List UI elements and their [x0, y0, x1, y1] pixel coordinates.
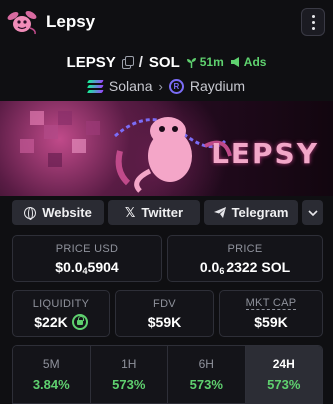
sprout-icon: [186, 57, 196, 68]
fdv-card: FDV $59K: [115, 290, 214, 337]
price-native-card: PRICE 0.0 6 2322 SOL: [167, 235, 323, 282]
price-usd-prefix: $0.0: [55, 258, 83, 275]
change-value: 3.84%: [32, 377, 70, 392]
base-token: LEPSY: [66, 53, 116, 71]
liquidity-value: $22K: [34, 313, 68, 330]
liquidity-label: LIQUIDITY: [32, 297, 90, 310]
fdv-label: FDV: [153, 297, 176, 310]
liquidity-card: LIQUIDITY $22K: [12, 290, 110, 337]
solana-icon: [87, 80, 104, 92]
pair-age-value: 51m: [199, 55, 224, 69]
chevron-down-icon: [307, 209, 318, 216]
twitter-label: Twitter: [141, 205, 184, 220]
tab-label: 24H: [272, 357, 295, 371]
more-menu-icon[interactable]: [301, 8, 325, 36]
telegram-label: Telegram: [231, 205, 289, 220]
market-cap-card: MKT CAP $59K: [219, 290, 323, 337]
telegram-icon: [213, 207, 226, 218]
quote-token: SOL: [148, 53, 180, 71]
telegram-button[interactable]: Telegram: [204, 200, 298, 225]
chevron-right-icon: ›: [158, 78, 163, 94]
price-change-tabs: 5M 3.84% 1H 573% 6H 573% 24H 573%: [12, 345, 323, 404]
more-links-button[interactable]: [302, 200, 323, 225]
price-row: PRICE USD $0.0 4 5904 PRICE 0.0 6 2322 S…: [12, 235, 323, 282]
price-usd-zero-count: 4: [82, 265, 88, 276]
globe-icon: [24, 206, 37, 220]
market-cap-value: $59K: [254, 314, 288, 330]
banner-text: LEPSY: [211, 137, 319, 170]
lock-icon[interactable]: [71, 313, 88, 330]
tab-1h[interactable]: 1H 573%: [90, 346, 168, 403]
metrics-row: LIQUIDITY $22K FDV $59K MKT CAP $59K: [12, 290, 323, 337]
twitter-button[interactable]: 𝕏 Twitter: [108, 200, 200, 225]
dex-name[interactable]: Raydium: [190, 78, 245, 94]
token-banner: LEPSY: [0, 101, 333, 196]
price-usd-label: PRICE USD: [55, 242, 119, 255]
ads-label: Ads: [243, 55, 267, 69]
website-button[interactable]: Website: [12, 200, 104, 225]
app-name: Lepsy: [46, 12, 96, 31]
price-native-digits: 2322 SOL: [226, 258, 291, 275]
chain-name[interactable]: Solana: [109, 78, 153, 94]
tab-label: 6H: [198, 357, 214, 371]
tab-24h[interactable]: 24H 573%: [245, 346, 322, 403]
tab-label: 1H: [121, 357, 137, 371]
social-links: Website 𝕏 Twitter Telegram: [12, 200, 323, 225]
change-value: 573%: [189, 377, 223, 392]
top-bar: Lepsy: [0, 0, 333, 44]
chain-dex-row: Solana › R Raydium: [0, 76, 333, 96]
raydium-icon: R: [168, 78, 184, 94]
price-usd-card: PRICE USD $0.0 4 5904: [12, 235, 162, 282]
change-value: 573%: [267, 377, 301, 392]
tab-6h[interactable]: 6H 573%: [168, 346, 246, 403]
fdv-value: $59K: [147, 313, 182, 330]
megaphone-icon: [230, 57, 239, 67]
copy-icon[interactable]: [121, 56, 134, 69]
pair-separator: /: [138, 53, 143, 71]
price-native-value: 0.0 6 2322 SOL: [199, 258, 291, 276]
price-native-prefix: 0.0: [199, 258, 220, 275]
lepsy-logo-icon: [7, 11, 37, 35]
price-native-label: PRICE: [227, 242, 263, 255]
website-label: Website: [42, 205, 92, 220]
price-usd-digits: 5904: [87, 258, 119, 275]
tab-5m[interactable]: 5M 3.84%: [13, 346, 91, 403]
price-native-zero-count: 6: [219, 265, 225, 276]
liquidity-value-row: $22K: [34, 313, 88, 330]
x-logo-icon: 𝕏: [124, 204, 136, 220]
price-usd-value: $0.0 4 5904: [55, 258, 119, 276]
pair-title: LEPSY / SOL 51m Ads: [0, 51, 333, 73]
market-cap-label[interactable]: MKT CAP: [245, 297, 297, 310]
tab-label: 5M: [42, 357, 60, 371]
ads-badge[interactable]: Ads: [230, 55, 267, 69]
change-value: 573%: [112, 377, 146, 392]
pair-age: 51m: [186, 55, 224, 69]
